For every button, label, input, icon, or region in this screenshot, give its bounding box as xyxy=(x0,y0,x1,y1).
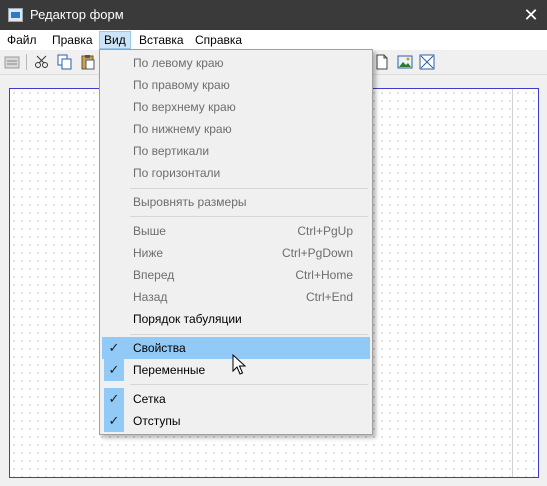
app-icon xyxy=(8,8,23,22)
page-icon[interactable] xyxy=(374,54,390,70)
margin-guide xyxy=(512,89,513,477)
menu-file[interactable]: Файл xyxy=(3,31,41,49)
picture-icon[interactable] xyxy=(397,54,413,70)
checkmark-icon: ✓ xyxy=(104,359,124,381)
menu-separator xyxy=(130,216,368,217)
mouse-cursor-icon xyxy=(232,354,246,375)
menu-item-align-top[interactable]: По верхнему краю xyxy=(102,96,370,118)
toolbar-separator xyxy=(26,54,27,70)
menu-insert[interactable]: Вставка xyxy=(135,31,188,49)
cross-box-icon[interactable] xyxy=(419,54,435,70)
checkmark-icon: ✓ xyxy=(104,337,124,359)
close-button[interactable]: ✕ xyxy=(515,0,547,30)
checkmark-icon: ✓ xyxy=(104,388,124,410)
menu-item-equalize-sizes[interactable]: Выровнять размеры xyxy=(102,191,370,213)
paste-icon[interactable] xyxy=(80,54,96,70)
menu-separator xyxy=(130,334,368,335)
menu-item-send-back[interactable]: Назад Ctrl+End xyxy=(102,286,370,308)
menu-item-align-right[interactable]: По правому краю xyxy=(102,74,370,96)
menu-edit[interactable]: Правка xyxy=(48,31,97,49)
checkmark-icon: ✓ xyxy=(104,410,124,432)
menu-item-align-horizontal[interactable]: По горизонтали xyxy=(102,162,370,184)
menu-item-bring-up[interactable]: Выше Ctrl+PgUp xyxy=(102,220,370,242)
copy-icon[interactable] xyxy=(57,54,73,70)
title-bar: Редактор форм ✕ xyxy=(0,0,547,30)
menu-item-align-vertical[interactable]: По вертикали xyxy=(102,140,370,162)
list-icon[interactable] xyxy=(4,54,20,70)
window-title: Редактор форм xyxy=(30,7,124,22)
menu-item-grid[interactable]: ✓ Сетка xyxy=(102,388,370,410)
menu-item-tab-order[interactable]: Порядок табуляции xyxy=(102,308,370,330)
menu-item-align-bottom[interactable]: По нижнему краю xyxy=(102,118,370,140)
menu-help[interactable]: Справка xyxy=(191,31,246,49)
menu-item-send-down[interactable]: Ниже Ctrl+PgDown xyxy=(102,242,370,264)
menu-separator xyxy=(130,188,368,189)
menu-bar: Файл Правка Вид Вставка Справка xyxy=(0,30,547,50)
menu-item-margins[interactable]: ✓ Отступы xyxy=(102,410,370,432)
menu-item-align-left[interactable]: По левому краю xyxy=(102,52,370,74)
menu-view[interactable]: Вид xyxy=(99,31,131,49)
cut-icon[interactable] xyxy=(34,54,50,70)
view-menu-dropdown: По левому краю По правому краю По верхне… xyxy=(99,49,373,435)
menu-item-bring-front[interactable]: Вперед Ctrl+Home xyxy=(102,264,370,286)
menu-separator xyxy=(130,384,368,385)
